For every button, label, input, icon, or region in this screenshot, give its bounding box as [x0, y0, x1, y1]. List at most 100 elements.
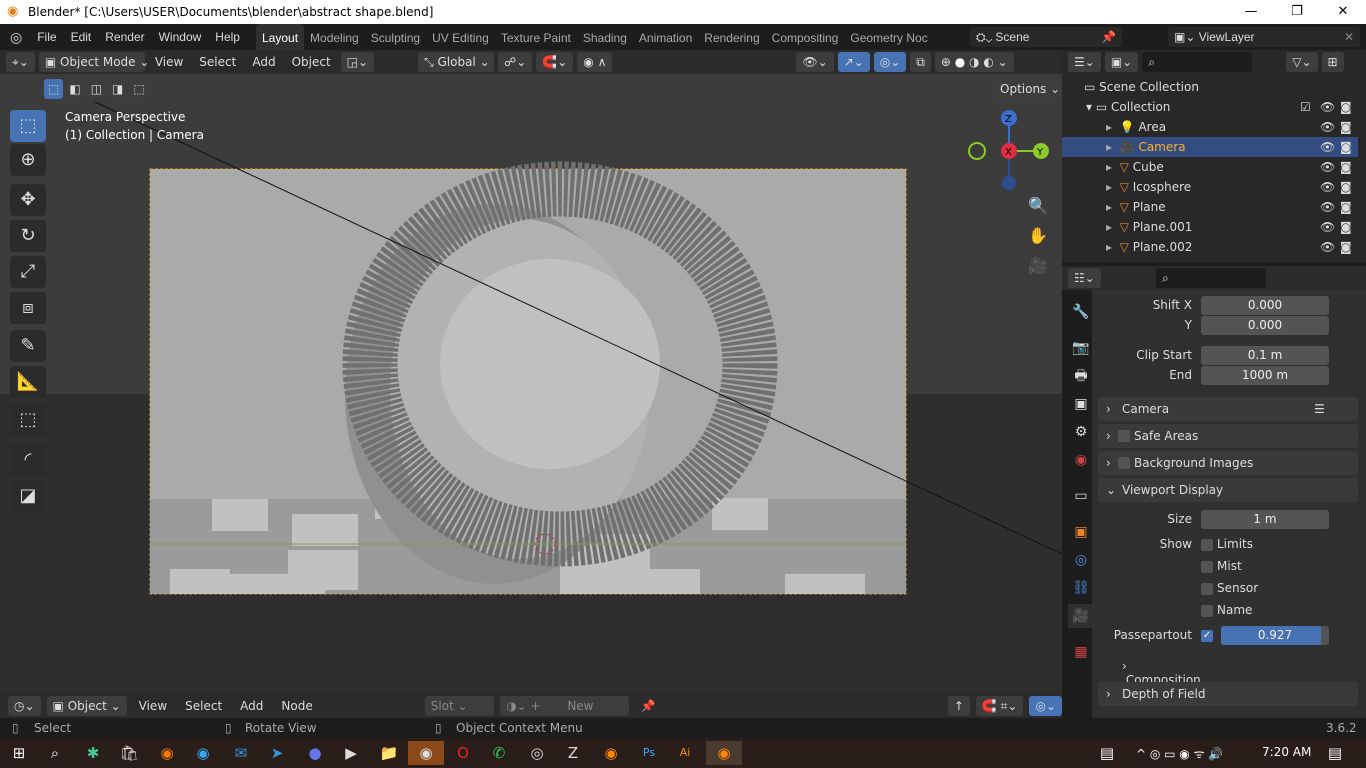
add-cube-tool[interactable]: ⬚	[10, 404, 46, 436]
expand-icon[interactable]: ▸	[1106, 180, 1112, 194]
widgets-icon[interactable]: ✱	[78, 741, 108, 765]
view-layer-selector[interactable]: ▣⌄ ViewLayer ✕	[1168, 27, 1360, 47]
tab-rendering[interactable]: Rendering	[698, 24, 765, 50]
editor-type-button[interactable]: ◷⌄	[8, 696, 41, 716]
outliner-item[interactable]: ▸ 💡 Area 👁 ◙	[1062, 117, 1358, 137]
tab-uv-editing[interactable]: UV Editing	[426, 24, 495, 50]
tab-texture-paint[interactable]: Texture Paint	[495, 24, 577, 50]
expand-icon[interactable]: ▸	[1106, 240, 1112, 254]
output-tab-icon[interactable]: 🖶	[1068, 364, 1094, 388]
scene-collection-row[interactable]: ▭ Scene Collection	[1062, 77, 1358, 97]
new-collection-icon[interactable]: ⊞	[1321, 52, 1344, 72]
measure-tool[interactable]: 📐	[10, 366, 46, 398]
discord-icon[interactable]: ●	[300, 741, 330, 765]
background-images-checkbox[interactable]	[1118, 457, 1130, 469]
chrome-icon[interactable]: ◉	[408, 741, 444, 765]
visibility-eye-icon[interactable]: 👁	[1320, 220, 1335, 234]
clip-start-field[interactable]: 0.1 m	[1201, 346, 1329, 365]
overlays-button[interactable]: ◎⌄	[873, 52, 907, 72]
select-new-icon[interactable]: ⬚	[44, 79, 64, 99]
annotate-tool[interactable]: ✎	[10, 330, 46, 362]
pivot-point-button[interactable]: ☍⌄	[498, 52, 533, 72]
select-intersect-icon[interactable]: ⬚	[129, 79, 149, 99]
navigation-gizmo[interactable]: Z X Y	[965, 110, 1055, 194]
minimize-button[interactable]: —	[1228, 0, 1274, 24]
world-tab-icon[interactable]: ◉	[1068, 448, 1094, 472]
tool-tab-icon[interactable]: 🔧	[1068, 300, 1094, 324]
system-tray-icons[interactable]: ^ ◎ ▭ ◉ ᯤ 🔊	[1136, 745, 1223, 762]
scene-tab-icon[interactable]: ⚙	[1068, 420, 1094, 444]
expand-icon[interactable]: ▸	[1106, 220, 1112, 234]
shift-y-field[interactable]: 0.000	[1201, 316, 1329, 335]
outliner-item[interactable]: ▸ ▽ Icosphere 👁 ◙	[1062, 177, 1358, 197]
mist-checkbox[interactable]	[1201, 561, 1213, 573]
expand-icon[interactable]: ▸	[1106, 120, 1112, 134]
expand-icon[interactable]: ▾	[1086, 100, 1092, 114]
outliner-search-input[interactable]: ⌕	[1142, 52, 1253, 72]
view-layer-tab-icon[interactable]: ▣	[1068, 392, 1094, 416]
editor-type-icon[interactable]: ☷⌄	[1068, 268, 1101, 288]
menu-window[interactable]: Window	[152, 30, 209, 44]
visibility-eye-icon[interactable]: 👁	[1320, 140, 1335, 154]
passepartout-checkbox[interactable]: ✓	[1201, 630, 1213, 642]
select-box-tool[interactable]: ⬚	[10, 110, 46, 142]
sensor-checkbox[interactable]	[1201, 583, 1213, 595]
collection-tab-icon[interactable]: ▭	[1068, 484, 1094, 508]
menu-object[interactable]: Object	[286, 55, 337, 69]
snap-target-button[interactable]: ◲⌄	[340, 52, 375, 72]
snap-icon[interactable]: 🧲 ⌗⌄	[975, 696, 1024, 716]
mail-icon[interactable]: ✉	[226, 741, 256, 765]
menu-file[interactable]: File	[30, 30, 63, 44]
firefox-icon[interactable]: ◉	[152, 741, 182, 765]
display-mode-icon[interactable]: ☰⌄	[1068, 52, 1101, 72]
viewport-display-panel[interactable]: ⌄ Viewport Display	[1098, 478, 1358, 502]
remove-view-layer-icon[interactable]: ✕	[1344, 27, 1354, 47]
outliner-item[interactable]: ▸ ▽ Plane.001 👁 ◙	[1062, 217, 1358, 237]
scale-tool[interactable]: ⤢	[10, 256, 46, 288]
news-icon[interactable]: ▤	[1092, 741, 1122, 765]
object-tab-icon[interactable]: ▣	[1068, 520, 1094, 544]
xray-button[interactable]: ⧉	[910, 52, 931, 72]
3d-viewport[interactable]: ⬚ ◧ ◫ ◨ ⬚ Options ⌄ Camera Perspective (…	[0, 74, 1062, 694]
render-camera-icon[interactable]: ◙	[1340, 240, 1352, 254]
whatsapp-icon[interactable]: ✆	[484, 741, 514, 765]
close-button[interactable]: ✕	[1320, 0, 1366, 24]
scene-selector[interactable]: ⛭⌄ Scene 📌	[970, 27, 1122, 47]
illustrator-icon[interactable]: Ai	[670, 741, 700, 765]
shader-type-selector[interactable]: ▣ Object ⌄	[46, 696, 127, 716]
outliner-item[interactable]: ▸ 🎥 Camera 👁 ◙	[1062, 137, 1358, 157]
visibility-eye-icon[interactable]: 👁	[1320, 100, 1335, 114]
camera-view-icon[interactable]: 🎥	[1028, 256, 1048, 275]
render-camera-icon[interactable]: ◙	[1340, 220, 1352, 234]
expand-icon[interactable]: ▸	[1106, 160, 1112, 174]
texture-tab-icon[interactable]: ▦	[1068, 640, 1094, 664]
size-field[interactable]: 1 m	[1201, 510, 1329, 529]
new-material-button[interactable]: ◑⌄ + New	[500, 696, 629, 716]
render-camera-icon[interactable]: ◙	[1340, 120, 1352, 134]
blender-active-icon[interactable]: ◉	[706, 741, 742, 765]
transform-orientation-selector[interactable]: ⤡ Global ⌄	[418, 52, 495, 72]
menu-select[interactable]: Select	[179, 699, 228, 713]
menu-help[interactable]: Help	[208, 30, 247, 44]
menu-view[interactable]: View	[149, 55, 189, 69]
camera-panel[interactable]: › Camera ☰	[1098, 397, 1358, 421]
visibility-eye-icon[interactable]: 👁	[1320, 200, 1335, 214]
tab-animation[interactable]: Animation	[633, 24, 698, 50]
physics-tab-icon[interactable]: ◎	[1068, 548, 1094, 572]
collection-row[interactable]: ▾ ▭ Collection ☑ 👁 ◙	[1062, 97, 1358, 117]
snap-button[interactable]: 🧲⌄	[536, 52, 574, 72]
limits-checkbox[interactable]	[1201, 539, 1213, 551]
move-tool[interactable]: ✥	[10, 184, 46, 216]
render-tab-icon[interactable]: 📷	[1068, 336, 1094, 360]
overlays-icon[interactable]: ◎⌄	[1029, 696, 1062, 716]
expand-icon[interactable]: ▸	[1106, 200, 1112, 214]
render-camera-icon[interactable]: ◙	[1340, 100, 1352, 114]
file-explorer-icon[interactable]: 📁	[374, 741, 404, 765]
pan-hand-icon[interactable]: ✋	[1028, 226, 1048, 245]
pin-icon[interactable]: 📌	[635, 699, 662, 713]
notifications-icon[interactable]: ▤	[1320, 741, 1350, 765]
clip-studio-icon[interactable]: ◎	[522, 741, 552, 765]
visibility-button[interactable]: 👁⌄	[796, 52, 834, 72]
menu-select[interactable]: Select	[193, 55, 242, 69]
transform-tool[interactable]: ⧈	[10, 292, 46, 324]
